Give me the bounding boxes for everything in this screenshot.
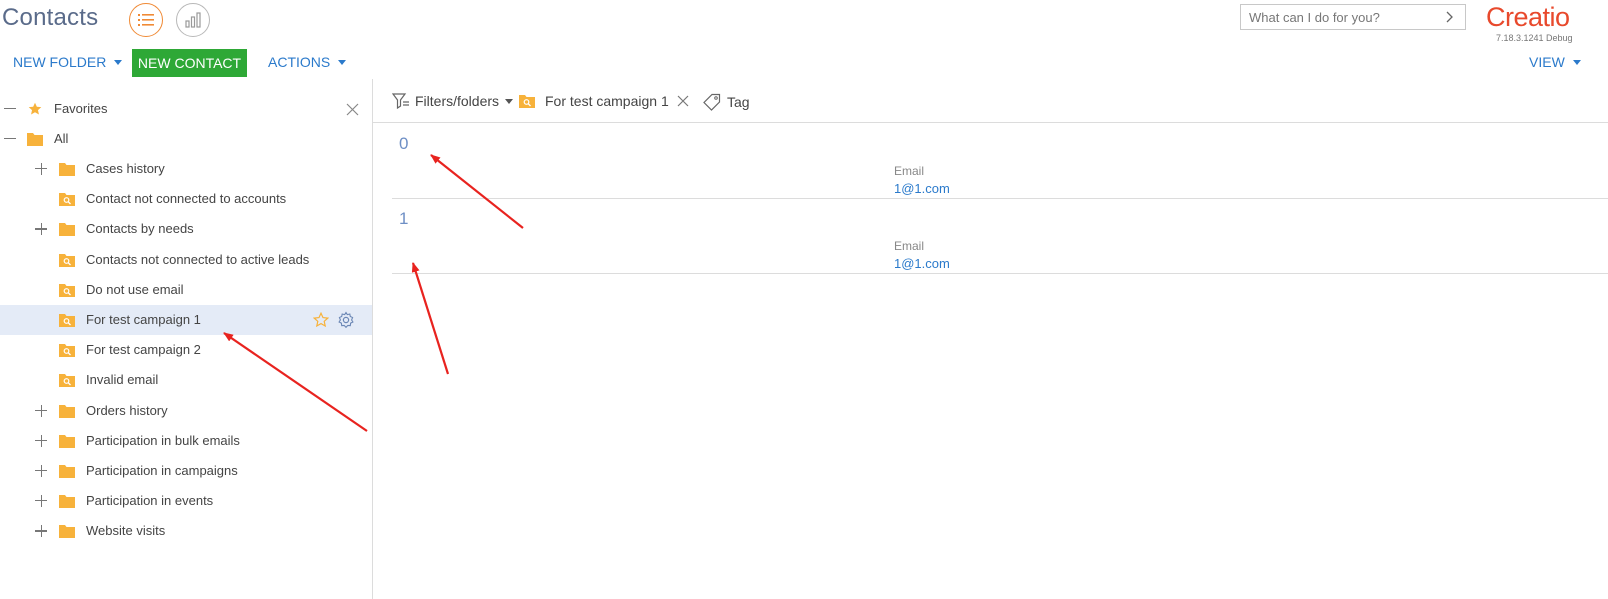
- annotation-arrow: [411, 262, 450, 375]
- annotation-arrow: [223, 332, 368, 432]
- annotation-arrows: [223, 154, 524, 432]
- annotation-arrow: [430, 154, 524, 229]
